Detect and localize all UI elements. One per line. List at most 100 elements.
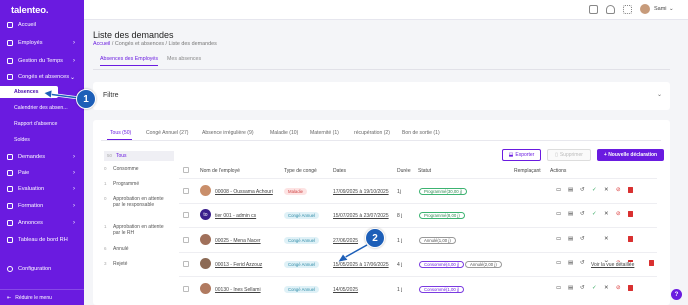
- sidebar-item-label: Annonces: [18, 220, 43, 226]
- document-icon[interactable]: ▤: [568, 236, 573, 242]
- help-button[interactable]: ?: [671, 289, 682, 300]
- tab-mes-absences[interactable]: Mes absences: [167, 56, 201, 62]
- user-name[interactable]: Sami: [654, 6, 667, 12]
- status-filter-programme[interactable]: 1 Programmé: [104, 181, 174, 187]
- leave-dates[interactable]: 15/05/2025 à 17/06/2025: [333, 262, 389, 268]
- bell-icon[interactable]: [606, 5, 615, 14]
- approve-icon[interactable]: ✓: [592, 211, 597, 217]
- sidebar-item-paie[interactable]: Paie ›: [0, 166, 84, 180]
- column-header-status[interactable]: Statut: [418, 168, 431, 174]
- sidebar-item-configuration[interactable]: Configuration: [0, 262, 84, 276]
- column-header-type[interactable]: Type de congé: [284, 168, 317, 174]
- sidebar-item-annonces[interactable]: Annonces ›: [0, 216, 84, 230]
- new-declaration-button[interactable]: + Nouvelle déclaration: [597, 149, 664, 161]
- tab-absence-irreguliere[interactable]: Absence irrégulière (9): [202, 130, 254, 136]
- column-header-replacement[interactable]: Remplaçant: [514, 168, 541, 174]
- approve-icon[interactable]: ✓: [592, 187, 597, 193]
- reject-icon[interactable]: ✕: [604, 211, 609, 217]
- history-icon[interactable]: ↺: [580, 285, 585, 291]
- employee-name[interactable]: 00025 - Mena Nacer: [215, 238, 261, 244]
- detail-view-link[interactable]: Voir la vue détaillée: [591, 262, 637, 268]
- apps-grid-icon[interactable]: [623, 5, 632, 14]
- monitor-icon[interactable]: ▭: [556, 236, 561, 242]
- document-icon[interactable]: ▤: [568, 260, 573, 266]
- document-icon[interactable]: ▤: [568, 285, 573, 291]
- sidebar-item-formation[interactable]: Formation ›: [0, 199, 84, 213]
- tab-bon-de-sortie[interactable]: Bon de sortie (1): [402, 130, 440, 136]
- row-checkbox[interactable]: [183, 286, 189, 292]
- status-filter-attente-rh[interactable]: 1 Approbation en attente par le RH: [104, 224, 174, 237]
- sidebar-subitem-calendrier[interactable]: Calendrier des absen...: [0, 102, 84, 114]
- filter-panel[interactable]: Filtre ⌄: [93, 82, 670, 110]
- export-button[interactable]: ⬓ Exporter: [502, 149, 541, 161]
- status-filter-tous[interactable]: 50 Tous: [104, 151, 174, 162]
- chevron-down-icon[interactable]: ⌄: [657, 91, 662, 98]
- trash-icon[interactable]: [628, 285, 633, 291]
- cancel-icon[interactable]: ⊘: [616, 211, 621, 217]
- tab-absences-employes[interactable]: Absences des Employés: [100, 56, 159, 66]
- tab-maternite[interactable]: Maternité (1): [310, 130, 339, 136]
- document-icon[interactable]: ▤: [568, 211, 573, 217]
- sidebar-item-conges[interactable]: Congés et absences ⌄: [0, 70, 84, 84]
- leave-dates[interactable]: 17/09/2025 à 19/10/2025: [333, 189, 389, 195]
- tab-conge-annuel[interactable]: Congé Annuel (27): [146, 130, 188, 136]
- sidebar-item-accueil[interactable]: Accueil: [0, 18, 84, 32]
- history-icon[interactable]: ↺: [580, 260, 585, 266]
- row-checkbox[interactable]: [183, 188, 189, 194]
- monitor-icon[interactable]: ▭: [556, 285, 561, 291]
- sidebar-subitem-absences[interactable]: Absences: [0, 86, 58, 98]
- sidebar-subitem-soldes[interactable]: Soldes: [0, 134, 84, 146]
- status-filter-attente-responsable[interactable]: 0 Approbation en attente par le responsa…: [104, 196, 174, 209]
- gift-icon[interactable]: [589, 5, 598, 14]
- document-icon[interactable]: ▤: [568, 187, 573, 193]
- employee-name[interactable]: tier 001 - admin cs: [215, 213, 256, 219]
- status-filter-annule[interactable]: 6 Annulé: [104, 246, 174, 252]
- sidebar-subitem-rapport[interactable]: Rapport d'absence: [0, 118, 84, 130]
- tab-tous[interactable]: Tous (50): [110, 130, 131, 136]
- sidebar-item-evaluation[interactable]: Evaluation ›: [0, 182, 84, 196]
- row-checkbox[interactable]: [183, 261, 189, 267]
- column-header-dates[interactable]: Dates: [333, 168, 346, 174]
- approve-icon[interactable]: ✓: [592, 285, 597, 291]
- tab-maladie[interactable]: Maladie (10): [270, 130, 298, 136]
- collapse-menu-button[interactable]: ⇤ Réduire le menu: [0, 289, 84, 305]
- monitor-icon[interactable]: ▭: [556, 211, 561, 217]
- reject-icon[interactable]: ✕: [604, 187, 609, 193]
- tab-recuperation[interactable]: récupération (2): [354, 130, 390, 136]
- column-header-duration[interactable]: Durée: [397, 168, 411, 174]
- sidebar-item-demandes[interactable]: Demandes ›: [0, 150, 84, 164]
- leave-dates[interactable]: 27/06/2025: [333, 238, 358, 244]
- status-tabs-divider: [101, 140, 661, 141]
- monitor-icon[interactable]: ▭: [556, 187, 561, 193]
- trash-icon[interactable]: [628, 211, 633, 217]
- reject-icon[interactable]: ✕: [604, 236, 609, 242]
- trash-icon[interactable]: [628, 236, 633, 242]
- history-icon[interactable]: ↺: [580, 236, 585, 242]
- cancel-icon[interactable]: ⊘: [616, 187, 621, 193]
- status-filter-consomme[interactable]: 0 Consomme: [104, 166, 174, 172]
- trash-icon[interactable]: [649, 260, 654, 266]
- column-header-name[interactable]: Nom de l'employé: [200, 168, 240, 174]
- sidebar-item-tableau-bord[interactable]: Tableau de bord RH: [0, 233, 84, 247]
- breadcrumb-home-link[interactable]: Accueil: [93, 41, 110, 47]
- sidebar-item-employes[interactable]: Employés ›: [0, 36, 84, 50]
- sidebar-item-gestion-temps[interactable]: Gestion du Temps ›: [0, 54, 84, 68]
- trash-icon[interactable]: [628, 187, 633, 193]
- monitor-icon[interactable]: ▭: [556, 260, 561, 266]
- employee-name[interactable]: 00013 - Ferid Azzouz: [215, 262, 262, 268]
- row-checkbox[interactable]: [183, 212, 189, 218]
- reject-icon[interactable]: ✕: [604, 285, 609, 291]
- leave-dates[interactable]: 14/05/2025: [333, 287, 358, 293]
- history-icon[interactable]: ↺: [580, 211, 585, 217]
- delete-button[interactable]: ▯ Supprimer: [547, 149, 591, 161]
- employee-name[interactable]: 00008 - Oussama Achouri: [215, 189, 273, 195]
- user-avatar[interactable]: [640, 4, 650, 14]
- cancel-icon[interactable]: ⊘: [616, 285, 621, 291]
- leave-dates[interactable]: 15/07/2025 à 23/07/2025: [333, 213, 389, 219]
- history-icon[interactable]: ↺: [580, 187, 585, 193]
- employee-name[interactable]: 00130 - Ines Sellami: [215, 287, 261, 293]
- select-all-checkbox[interactable]: [183, 167, 189, 173]
- chevron-down-icon[interactable]: ⌄: [669, 6, 674, 12]
- status-filter-rejete[interactable]: 3 Rejeté: [104, 261, 174, 267]
- row-checkbox[interactable]: [183, 237, 189, 243]
